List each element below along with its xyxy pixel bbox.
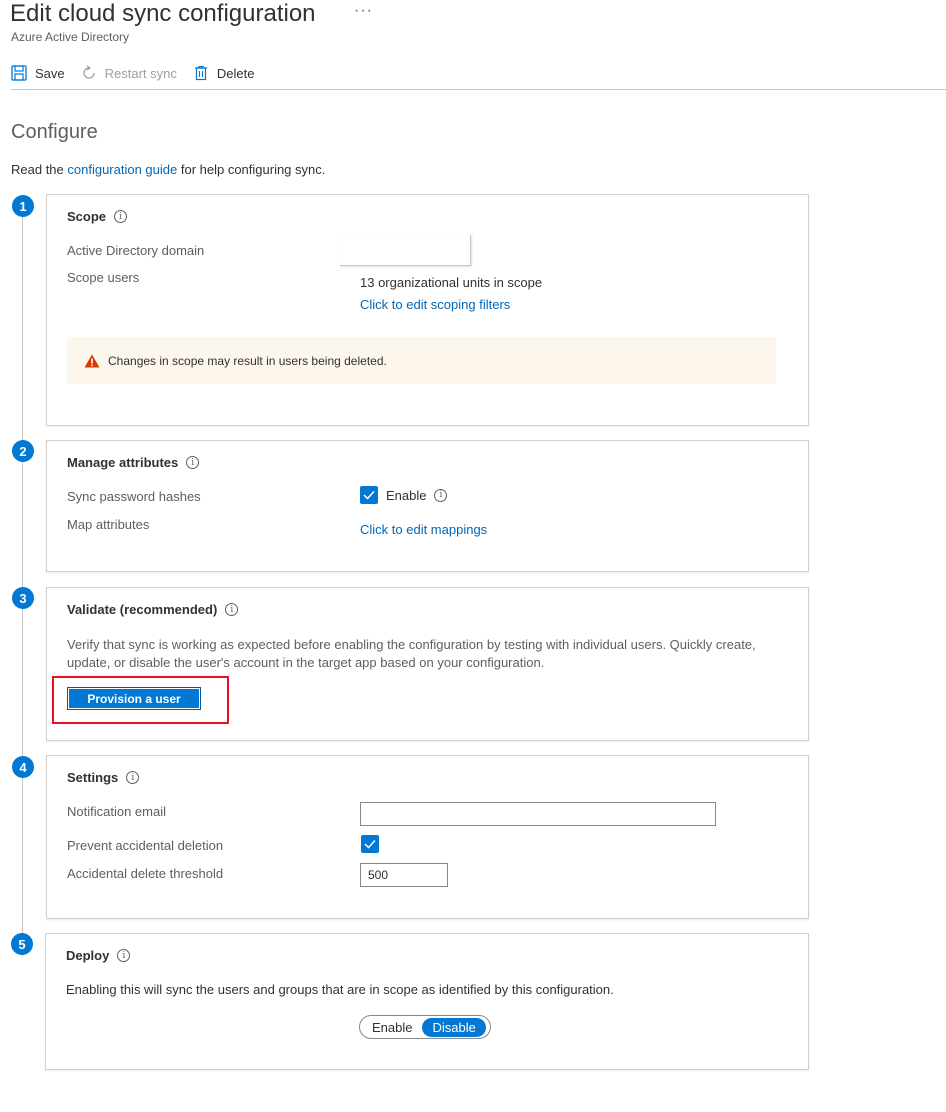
save-label: Save xyxy=(35,65,65,81)
step-number-5: 5 xyxy=(11,933,33,955)
threshold-input[interactable]: 500 xyxy=(360,863,448,887)
map-attributes-label: Map attributes xyxy=(67,517,150,532)
scope-warning-text: Changes in scope may result in users bei… xyxy=(108,353,387,368)
deploy-enable-option[interactable]: Enable xyxy=(362,1018,422,1037)
validate-description-line2: update, or disable the user's account in… xyxy=(67,655,545,670)
configure-heading: Configure xyxy=(11,121,98,143)
info-icon[interactable]: i xyxy=(126,771,140,784)
info-icon[interactable]: i xyxy=(225,603,239,616)
provision-user-button[interactable]: Provision a user xyxy=(67,687,201,710)
manage-attributes-title: Manage attributes i xyxy=(67,455,200,470)
info-icon[interactable]: i xyxy=(117,949,131,962)
scope-users-value: 13 organizational units in scope xyxy=(360,275,543,290)
sync-password-control: Enable i xyxy=(360,486,448,504)
checkmark-icon xyxy=(364,839,376,849)
deploy-toggle[interactable]: Enable Disable xyxy=(359,1015,491,1039)
threshold-label: Accidental delete threshold xyxy=(67,866,224,881)
enable-password-sync-checkbox[interactable] xyxy=(360,486,378,504)
edit-mappings-link[interactable]: Click to edit mappings xyxy=(360,522,487,537)
page-subtitle: Azure Active Directory xyxy=(11,30,130,44)
scope-title-text: Scope xyxy=(67,209,107,224)
info-icon[interactable]: i xyxy=(114,210,128,223)
restart-icon xyxy=(83,65,95,79)
manage-attributes-card: Manage attributes i Sync password hashes… xyxy=(46,440,809,572)
provision-highlight: Provision a user xyxy=(52,676,229,724)
restart-sync-button[interactable]: Restart sync xyxy=(81,65,177,81)
validate-card: Validate (recommended) i Verify that syn… xyxy=(46,587,809,741)
prevent-deletion-checkbox[interactable] xyxy=(361,835,379,853)
command-bar: Save Restart sync Delete xyxy=(11,60,270,86)
settings-title-text: Settings xyxy=(67,770,119,785)
save-icon xyxy=(11,65,27,81)
delete-label: Delete xyxy=(216,65,255,81)
step-number-2: 2 xyxy=(12,440,34,462)
more-options-button[interactable]: ··· xyxy=(354,2,373,20)
warning-icon xyxy=(84,354,100,367)
ad-domain-label: Active Directory domain xyxy=(67,243,205,258)
validate-description-line1: Verify that sync is working as expected … xyxy=(67,637,756,652)
notification-email-input[interactable] xyxy=(360,802,716,826)
manage-attributes-title-text: Manage attributes xyxy=(67,455,179,470)
deploy-disable-option[interactable]: Disable xyxy=(422,1017,486,1037)
settings-card: Settings i Notification email Prevent ac… xyxy=(46,755,809,919)
deploy-title-text: Deploy xyxy=(66,948,110,963)
scope-title: Scope i xyxy=(67,209,128,224)
intro-text-after: for help configuring sync. xyxy=(177,162,326,177)
delete-icon xyxy=(194,65,207,81)
delete-button[interactable]: Delete xyxy=(193,65,255,81)
save-button[interactable]: Save xyxy=(11,65,65,81)
intro-text-before: Read the xyxy=(11,162,68,177)
sync-password-label: Sync password hashes xyxy=(67,489,201,504)
scope-users-label: Scope users xyxy=(67,270,140,285)
deploy-title: Deploy i xyxy=(66,948,131,963)
step-number-1: 1 xyxy=(12,195,34,217)
checkmark-icon xyxy=(363,490,375,500)
validate-description: Verify that sync is working as expected … xyxy=(67,636,787,672)
notification-email-label: Notification email xyxy=(67,804,166,819)
scope-card: Scope i Active Directory domain Scope us… xyxy=(46,194,809,426)
validate-title: Validate (recommended) i xyxy=(67,602,239,617)
step-number-3: 3 xyxy=(12,587,34,609)
info-icon[interactable]: i xyxy=(434,488,448,502)
info-icon[interactable]: i xyxy=(186,456,200,469)
prevent-deletion-label: Prevent accidental deletion xyxy=(67,838,224,853)
restart-sync-label: Restart sync xyxy=(104,65,177,81)
deploy-card: Deploy i Enabling this will sync the use… xyxy=(45,933,809,1070)
scope-warning-banner: Changes in scope may result in users bei… xyxy=(67,337,776,384)
configure-intro: Read the configuration guide for help co… xyxy=(11,162,325,177)
edit-scoping-filters-link[interactable]: Click to edit scoping filters xyxy=(360,297,510,312)
deploy-description: Enabling this will sync the users and gr… xyxy=(66,982,614,997)
toolbar-divider xyxy=(11,89,946,90)
step-number-4: 4 xyxy=(12,756,34,778)
enable-label: Enable xyxy=(386,487,427,503)
settings-title: Settings i xyxy=(67,770,140,785)
ad-domain-value xyxy=(340,235,471,266)
page-title: Edit cloud sync configuration xyxy=(10,0,316,27)
step-timeline xyxy=(22,216,23,956)
validate-title-text: Validate (recommended) xyxy=(67,602,218,617)
configuration-guide-link[interactable]: configuration guide xyxy=(67,162,177,177)
